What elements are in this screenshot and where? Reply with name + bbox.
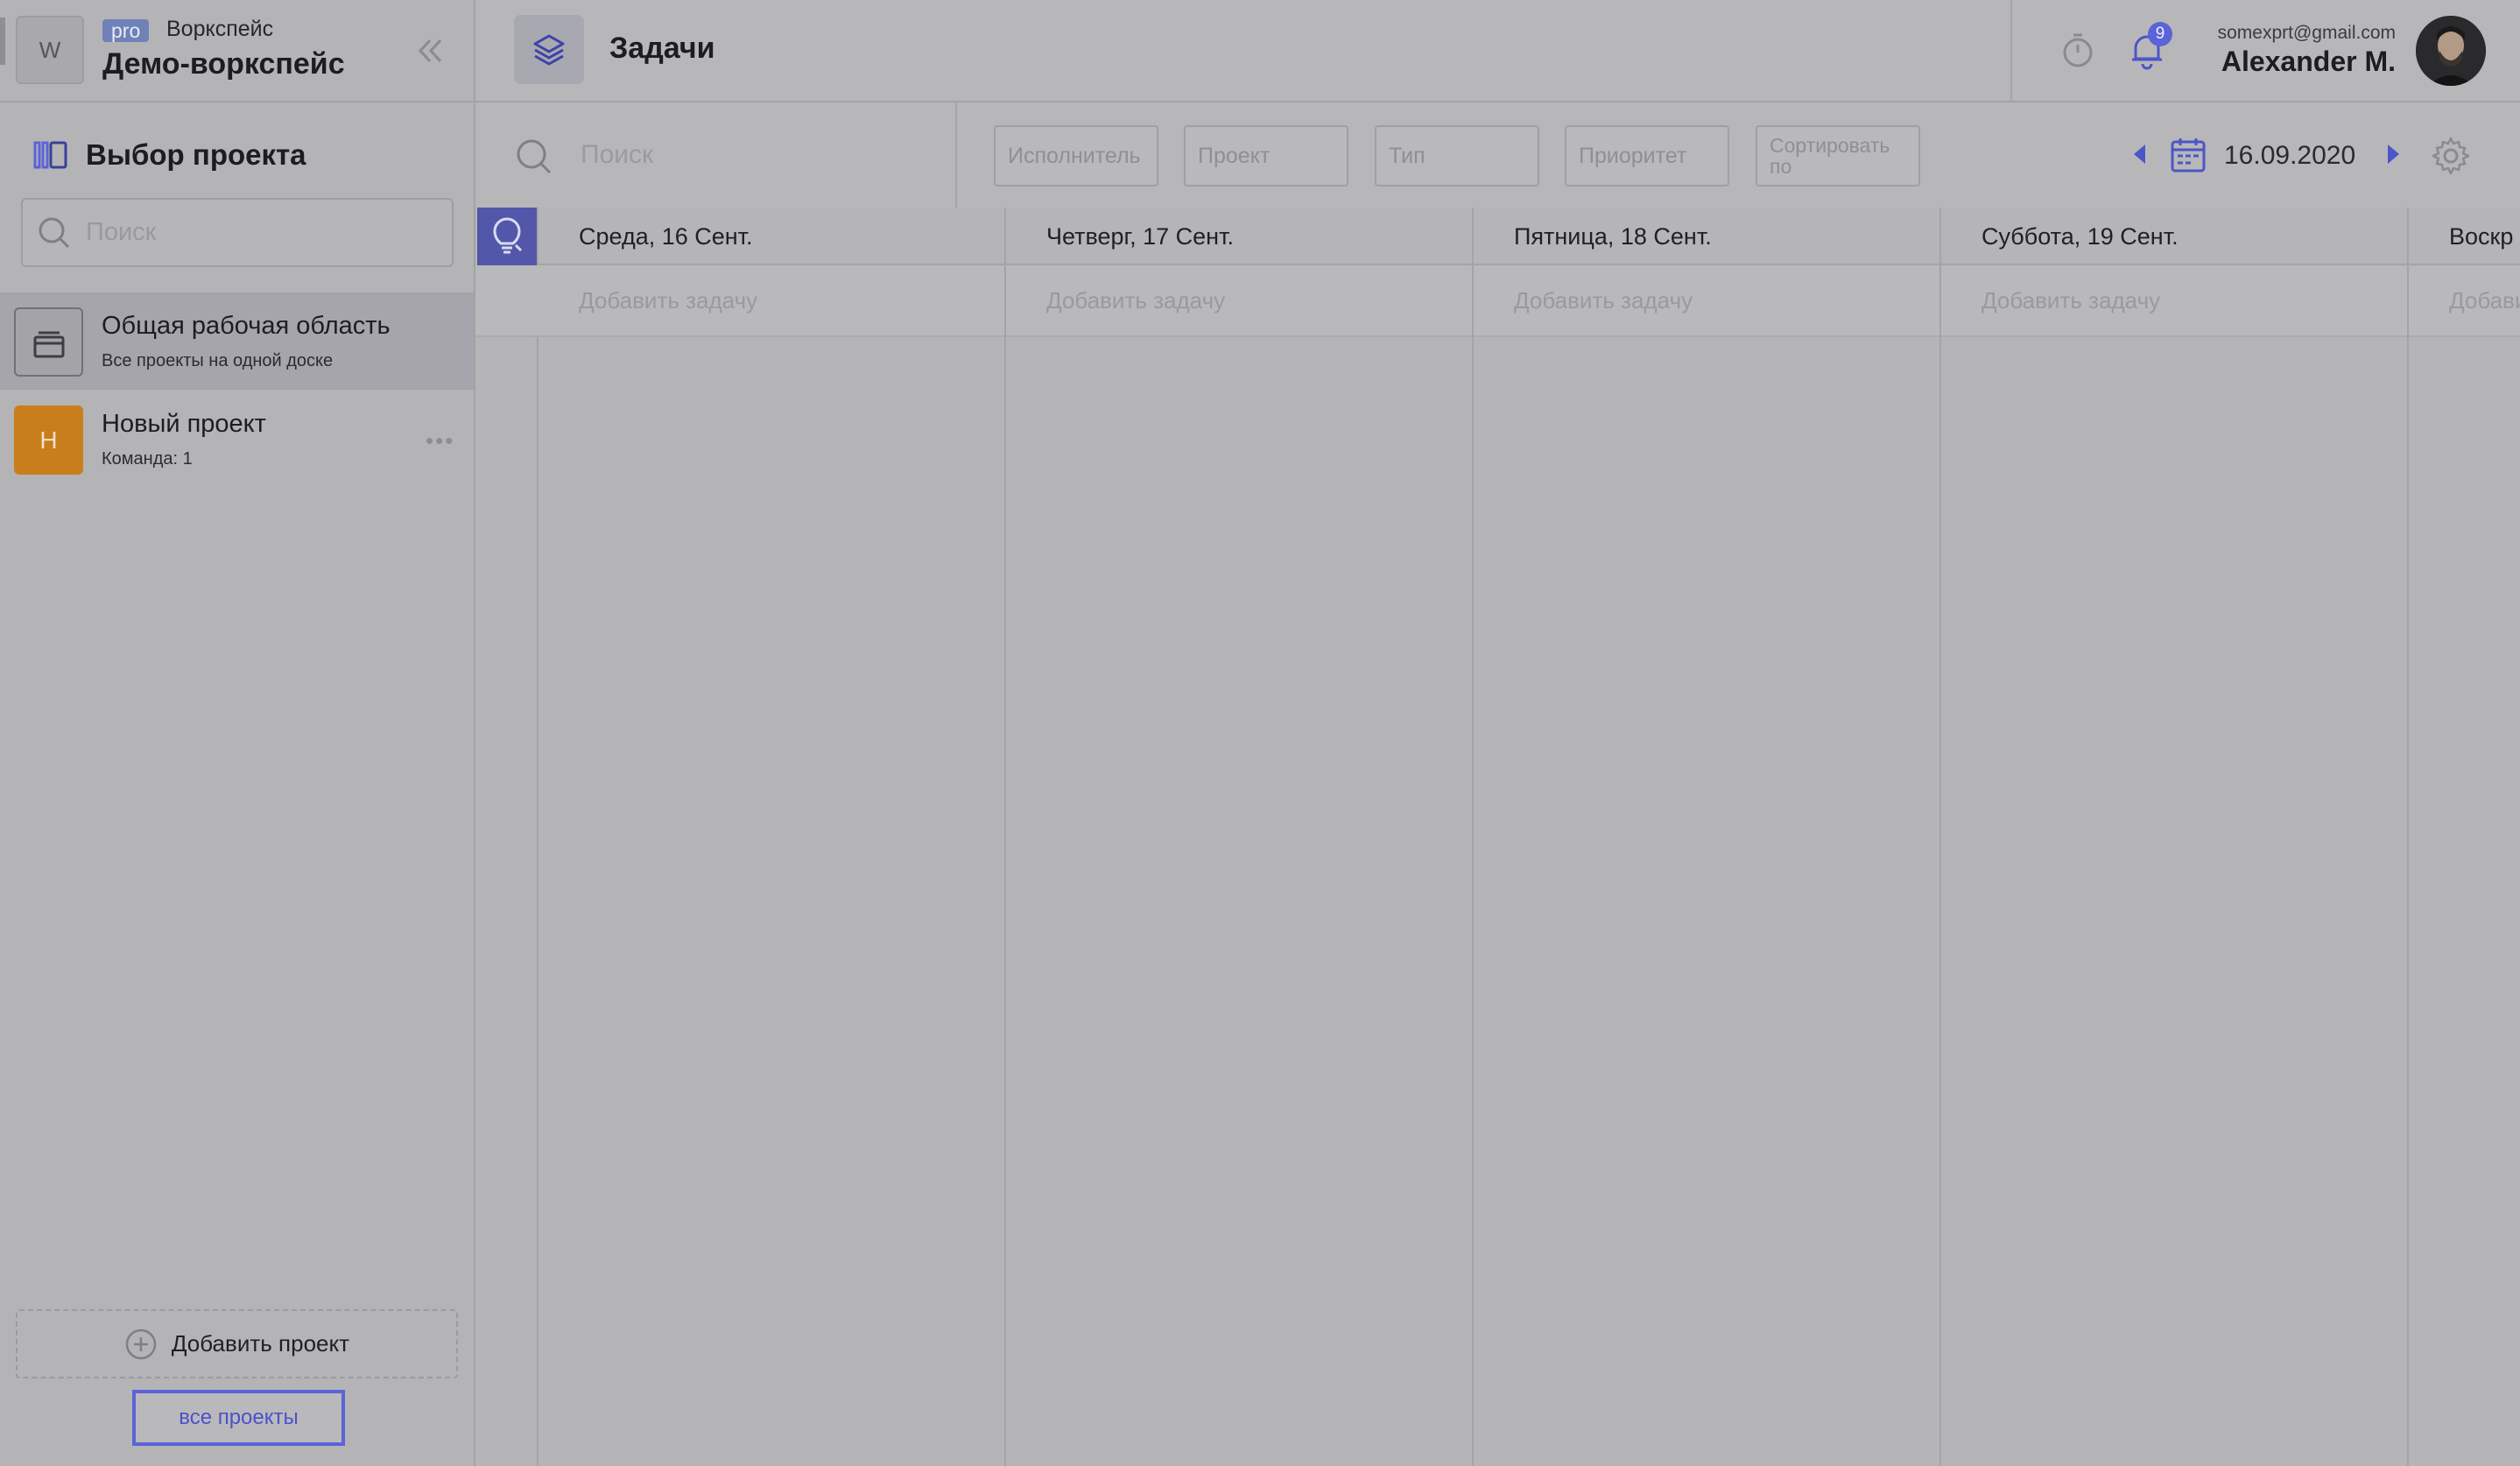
plan-badge: pro [102, 19, 150, 42]
calendar-icon[interactable] [2169, 136, 2207, 174]
project-select-title: Выбор проекта [86, 138, 306, 171]
project-item-new[interactable]: Н Новый проект Команда: 1 ••• [0, 391, 474, 488]
add-task-button[interactable]: Добавить задачу [538, 265, 1004, 337]
day-column: Среда, 16 Сент. Добавить задачу [538, 208, 1006, 1466]
priority-filter[interactable]: Приоритет [1565, 125, 1729, 187]
app-root: W pro Воркспейс Демо-воркспейс Выбор про… [0, 0, 2520, 1466]
sidebar-search [21, 198, 454, 267]
add-project-button[interactable]: Добавить проект [16, 1309, 458, 1378]
user-email: somexprt@gmail.com [2217, 23, 2396, 43]
day-column-header: Четверг, 17 Сент. [1006, 208, 1472, 265]
workspace-edge-marker [0, 18, 5, 65]
filters-toolbar: Исполнитель Проект Тип Приоритет Сортиро… [475, 102, 2520, 208]
user-avatar[interactable] [2416, 16, 2486, 86]
all-projects-button[interactable]: все проекты [132, 1390, 345, 1446]
project-item-shared[interactable]: Общая рабочая область Все проекты на одн… [0, 292, 474, 390]
lightbulb-icon [493, 217, 523, 254]
type-filter[interactable]: Тип [1375, 125, 1539, 187]
day-column: Четверг, 17 Сент. Добавить задачу [1006, 208, 1474, 1466]
page-title: Задачи [609, 32, 715, 65]
toolbar-divider [955, 102, 957, 208]
day-column-header: Суббота, 19 Сент. [1941, 208, 2407, 265]
sort-by-dropdown[interactable]: Сортировать по [1756, 125, 1920, 187]
sidebar: W pro Воркспейс Демо-воркспейс Выбор про… [0, 0, 475, 1466]
gear-icon[interactable] [2430, 135, 2472, 177]
calendar-board: Среда, 16 Сент. Добавить задачу Четверг,… [475, 208, 2520, 1466]
collapse-sidebar-icon[interactable] [413, 33, 448, 68]
workspace-label: Воркспейс [166, 17, 274, 41]
day-column-header: Пятница, 18 Сент. [1474, 208, 1939, 265]
search-icon [517, 139, 552, 174]
notification-count-badge: 9 [2148, 22, 2172, 46]
task-search-input[interactable] [581, 129, 931, 181]
current-date[interactable]: 16.09.2020 [2224, 141, 2355, 171]
search-icon [39, 217, 70, 249]
topbar-divider [2010, 0, 2012, 102]
project-filter[interactable]: Проект [1184, 125, 1348, 187]
day-column: Пятница, 18 Сент. Добавить задачу [1474, 208, 1941, 1466]
previous-date-icon[interactable] [2129, 141, 2150, 167]
avatar-photo [2416, 16, 2486, 86]
board-gutter [475, 208, 538, 1466]
day-column-header: Среда, 16 Сент. [538, 208, 1004, 265]
tasks-page-icon-box [514, 15, 584, 84]
project-select-header: Выбор проекта [33, 138, 306, 172]
workspace-name[interactable]: Демо-воркспейс [102, 47, 345, 81]
day-column-header: Воскр [2409, 208, 2520, 265]
stack-icon [33, 331, 64, 357]
add-project-label: Добавить проект [171, 1330, 350, 1357]
project-subtitle: Команда: 1 [102, 449, 193, 469]
user-name[interactable]: Alexander M. [2221, 46, 2396, 78]
project-avatar [14, 307, 83, 377]
add-task-button[interactable]: Добавить задачу [1006, 265, 1472, 337]
plus-circle-icon [125, 1329, 157, 1359]
day-column: Воскр Добавить задачу [2409, 208, 2520, 1466]
add-task-button[interactable]: Добавить задачу [2409, 265, 2520, 337]
assignee-filter[interactable]: Исполнитель [994, 125, 1158, 187]
timer-icon[interactable] [2059, 31, 2097, 69]
project-subtitle: Все проекты на одной доске [102, 351, 334, 370]
layers-icon [533, 34, 565, 65]
board-gutter-add-row [475, 265, 538, 337]
topbar: Задачи 9 somexprt@gmail.com Alexander M. [475, 0, 2520, 102]
workspace-avatar[interactable]: W [16, 16, 84, 84]
workspace-header: W pro Воркспейс Демо-воркспейс [0, 0, 474, 102]
next-date-icon[interactable] [2383, 141, 2404, 167]
sidebar-search-input[interactable] [86, 200, 436, 265]
add-task-button[interactable]: Добавить задачу [1941, 265, 2407, 337]
project-name: Общая рабочая область [102, 312, 391, 340]
more-options-icon[interactable]: ••• [426, 427, 454, 455]
add-task-button[interactable]: Добавить задачу [1474, 265, 1939, 337]
day-column: Суббота, 19 Сент. Добавить задачу [1941, 208, 2409, 1466]
board-columns-icon [33, 141, 67, 169]
project-avatar: Н [14, 405, 83, 475]
project-name: Новый проект [102, 410, 266, 438]
ideas-button[interactable] [477, 208, 537, 265]
